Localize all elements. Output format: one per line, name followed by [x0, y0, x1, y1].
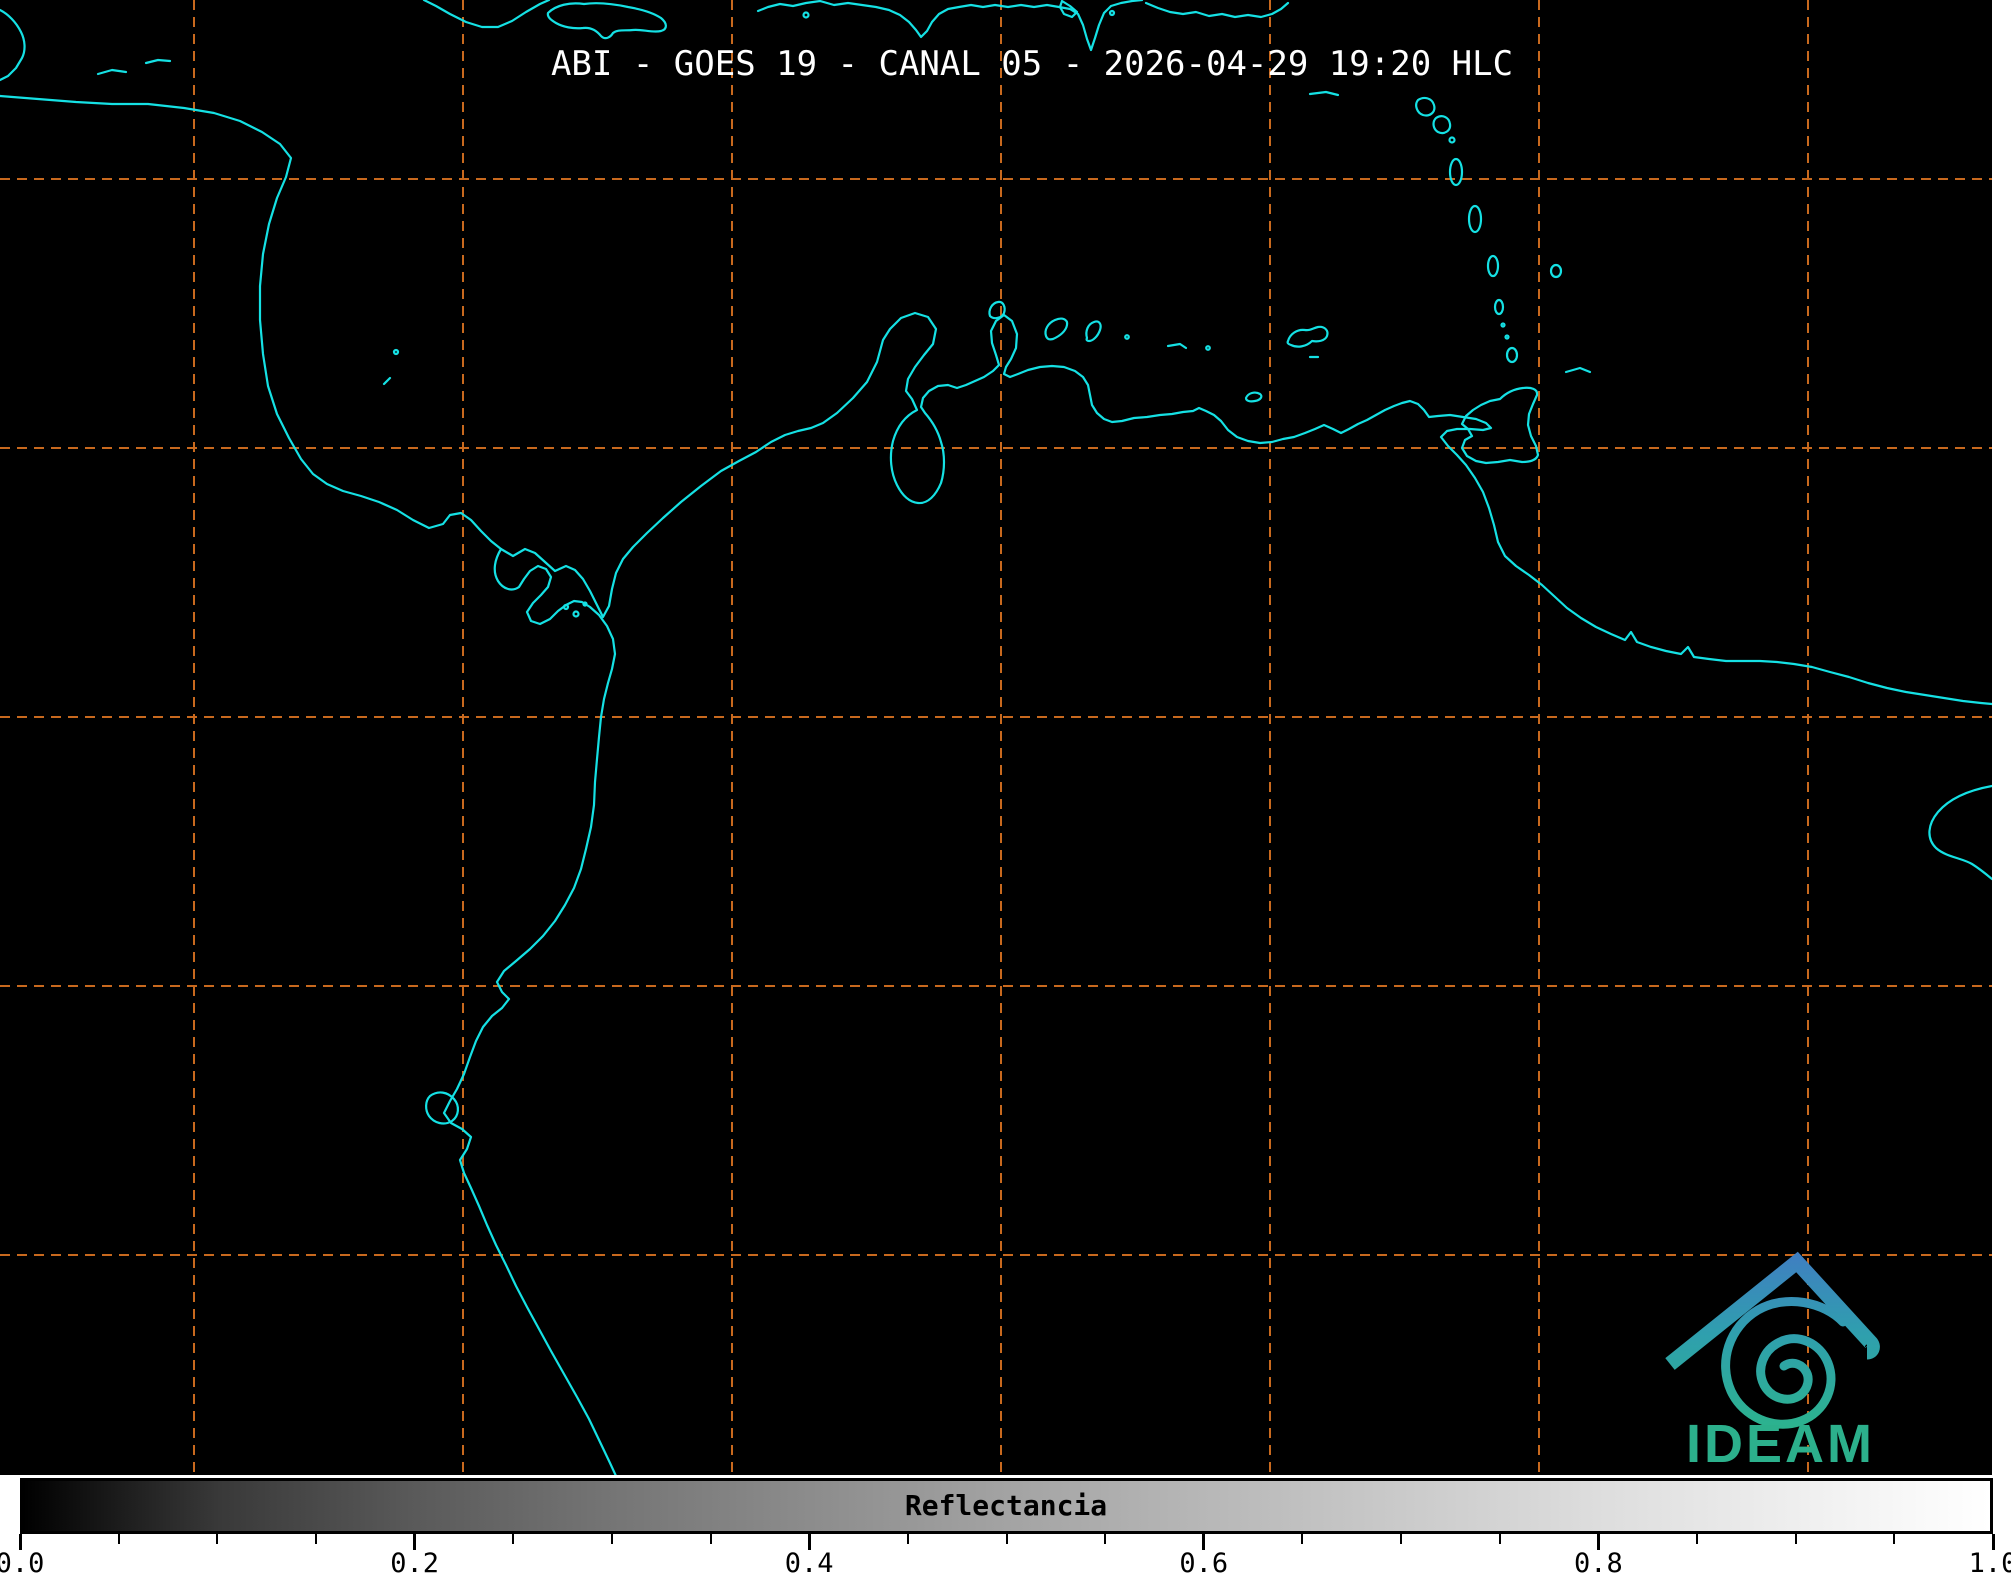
- island-st-lucia: [1486, 254, 1500, 278]
- island-jamaica: [546, 2, 667, 40]
- island-caja-de-muertos: [1108, 9, 1116, 17]
- island-martinique: [1467, 204, 1483, 234]
- island-grenada: [1505, 346, 1519, 364]
- colorbar-minor-tick: [1696, 1534, 1699, 1544]
- colorbar-tick-label: 1.0: [1968, 1548, 2011, 1577]
- island-guadeloupe: [1415, 96, 1452, 135]
- island-trinidad: [1460, 386, 1540, 465]
- island-dominica: [1448, 157, 1464, 187]
- colorbar-minor-tick: [512, 1534, 515, 1544]
- colorbar-tick-label: 0.8: [1574, 1548, 1623, 1577]
- coastline-puerto-rico: [1144, 1, 1290, 19]
- colorbar-tick-label: 0.6: [1179, 1548, 1229, 1577]
- colorbar-minor-tick: [117, 1534, 120, 1544]
- colorbar-minor-tick: [1005, 1534, 1008, 1544]
- island-orchila: [1205, 345, 1211, 351]
- island-san-andres: [382, 376, 392, 386]
- island-st-vincent: [1493, 298, 1505, 316]
- colorbar-minor-tick: [1893, 1534, 1896, 1544]
- colorbar-minor-tick: [906, 1534, 909, 1544]
- island-providencia: [392, 348, 400, 356]
- coastline-topleft-fragment: [0, 8, 26, 82]
- island-tortuga: [1244, 391, 1263, 403]
- colorbar-minor-tick: [314, 1534, 317, 1544]
- satellite-figure: IDEAM ABI - GOES 19 - CANAL 05 - 2026-04…: [0, 0, 2011, 1577]
- island-bonaire: [1085, 320, 1102, 343]
- coastline-pacific: [442, 547, 617, 1475]
- colorbar-minor-tick: [610, 1534, 613, 1544]
- coastline-cuba: [422, 0, 551, 29]
- island-st-croix: [1308, 90, 1340, 97]
- island-margarita: [1286, 325, 1329, 348]
- colorbar-label: Reflectancia: [904, 1489, 1108, 1522]
- coastline-amazon-fragment: [1928, 784, 1992, 881]
- island-pearl-1: [562, 603, 570, 611]
- colorbar-minor-tick: [1794, 1534, 1797, 1544]
- island-puna: [425, 1091, 459, 1125]
- colorbar-tick-label: 0.4: [784, 1548, 834, 1577]
- island-tobago: [1564, 366, 1592, 374]
- ideam-logo-text: IDEAM: [1686, 1414, 1875, 1474]
- island-los-roques: [1166, 342, 1188, 350]
- colorbar-tick-label: 0.0: [0, 1548, 45, 1577]
- island-bay-islands: [96, 58, 172, 76]
- island-ile-a-vache: [802, 11, 810, 19]
- colorbar-minor-tick: [1498, 1534, 1501, 1544]
- ideam-logo-spiral: [1721, 1297, 1848, 1429]
- map-layers-svg: IDEAM: [0, 0, 1992, 1475]
- island-aruba: [988, 300, 1006, 320]
- colorbar-tick-label: 0.2: [390, 1548, 439, 1577]
- island-pearl-2: [572, 610, 580, 618]
- island-las-aves: [1124, 334, 1130, 340]
- coastlines-layer: [0, 0, 1992, 1475]
- ideam-logo: IDEAM: [1665, 1251, 1880, 1474]
- island-grenadines-2: [1504, 334, 1510, 340]
- island-grenadines-1: [1500, 322, 1506, 328]
- coastline-hispaniola: [756, 0, 1144, 52]
- map-area: IDEAM ABI - GOES 19 - CANAL 05 - 2026-04…: [0, 0, 1992, 1475]
- colorbar-minor-tick: [1301, 1534, 1304, 1544]
- colorbar-minor-tick: [1400, 1534, 1403, 1544]
- map-title: ABI - GOES 19 - CANAL 05 - 2026-04-29 19…: [550, 44, 1514, 84]
- colorbar-minor-tick: [216, 1534, 219, 1544]
- coastline-mainland-caribbean: [0, 94, 1992, 706]
- graticule-gridlines: [0, 0, 1992, 1475]
- colorbar-minor-tick: [1104, 1534, 1107, 1544]
- colorbar-minor-tick: [709, 1534, 712, 1544]
- island-marie-galante: [1448, 136, 1456, 144]
- island-curacao: [1044, 317, 1069, 341]
- island-barbados: [1549, 263, 1563, 279]
